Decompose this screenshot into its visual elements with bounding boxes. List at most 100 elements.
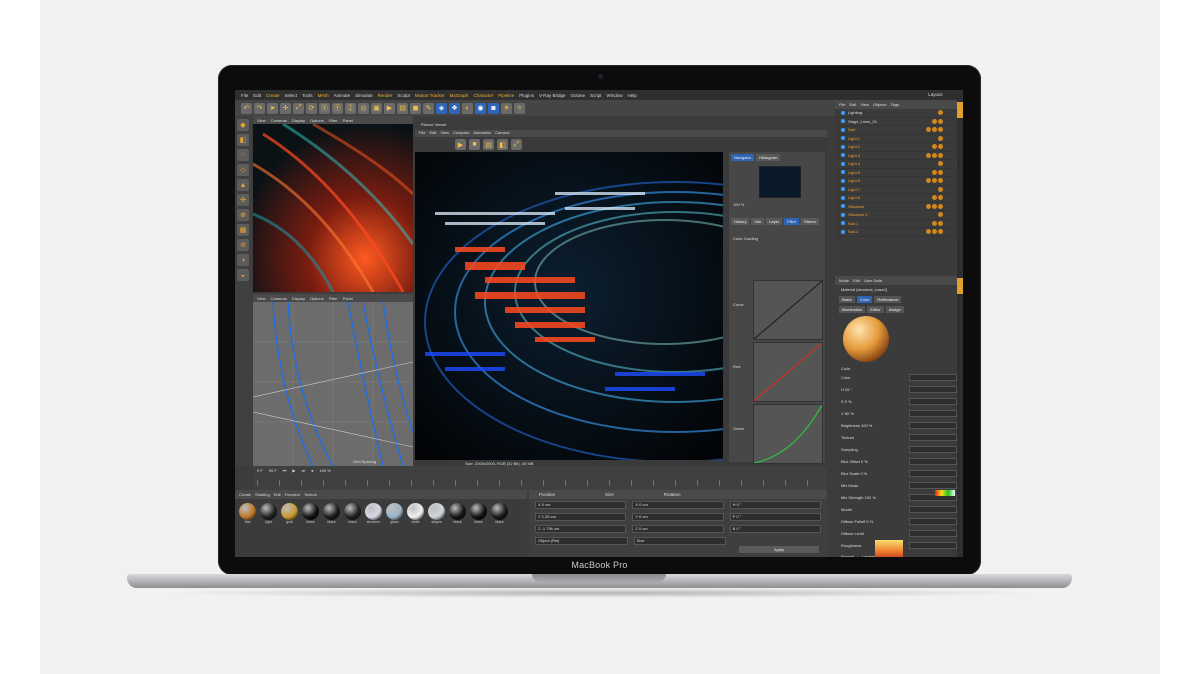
- tag-icon[interactable]: ✧: [514, 102, 525, 114]
- tab-assign[interactable]: Assign: [885, 306, 904, 313]
- attribute-value-field[interactable]: [909, 506, 957, 513]
- axis-x-icon[interactable]: Ⓧ: [319, 102, 330, 114]
- attribute-value-field[interactable]: [909, 458, 957, 465]
- menu-item[interactable]: Edit: [253, 93, 261, 98]
- om-menu-item[interactable]: View: [860, 102, 869, 107]
- pv-menu-item[interactable]: View: [440, 130, 449, 137]
- timeline-ruler[interactable]: [257, 480, 823, 486]
- material-item[interactable]: black: [449, 503, 466, 524]
- material-tag-icon[interactable]: [932, 144, 937, 150]
- viewport-tab[interactable]: Options: [310, 118, 324, 123]
- attr-menu-item[interactable]: User Data: [864, 278, 882, 283]
- record-icon[interactable]: ●: [311, 468, 313, 473]
- material-tag-icon[interactable]: [938, 169, 943, 175]
- menu-item[interactable]: Script: [590, 93, 602, 98]
- attribute-value-field[interactable]: [909, 422, 957, 429]
- pv-menu-item[interactable]: Animation: [473, 130, 491, 137]
- side-tab[interactable]: [957, 278, 963, 294]
- color-spectrum[interactable]: [935, 490, 955, 496]
- size-y-field[interactable]: Y 0 cm: [632, 513, 724, 521]
- material-preview[interactable]: [843, 316, 889, 362]
- om-menu-item[interactable]: File: [839, 102, 845, 107]
- object-row[interactable]: Lighting: [835, 109, 963, 118]
- snap-icon[interactable]: ⊕: [237, 209, 249, 221]
- render-pv-icon[interactable]: ▤: [397, 102, 408, 114]
- material-tag-icon[interactable]: [932, 229, 937, 235]
- mode-value[interactable]: Normal: [841, 554, 854, 557]
- object-row[interactable]: Null: [835, 126, 963, 135]
- mat-menu-item[interactable]: Texture: [304, 492, 317, 497]
- material-tag-icon[interactable]: [938, 110, 943, 116]
- timeline[interactable]: 0 F 90 F ⏮ ▶ ⏭ ● 100 %: [253, 466, 827, 490]
- rot-h-field[interactable]: H 0 °: [729, 501, 821, 509]
- material-tag-icon[interactable]: [938, 220, 943, 226]
- attribute-value-field[interactable]: [909, 374, 957, 381]
- perspective-viewport[interactable]: View Cameras Display Options Filter Pane…: [253, 116, 413, 292]
- rewind-icon[interactable]: ⏮: [283, 468, 287, 473]
- pv-ab-icon[interactable]: ◧: [497, 139, 508, 150]
- viewport-solo-icon[interactable]: ◒: [237, 269, 249, 281]
- viewport-tab[interactable]: Cameras: [271, 296, 287, 301]
- attribute-value-field[interactable]: [909, 530, 957, 537]
- material-tag-icon[interactable]: [938, 178, 943, 184]
- polygons-mode-icon[interactable]: ▲: [237, 179, 249, 191]
- edges-mode-icon[interactable]: ◇: [237, 164, 249, 176]
- material-item[interactable]: glass: [386, 503, 403, 524]
- attribute-value-field[interactable]: [909, 482, 957, 489]
- coord-mode-select[interactable]: Object (Rel): [535, 537, 628, 545]
- tab-illumination[interactable]: Illumination: [839, 306, 866, 313]
- move-icon[interactable]: ✛: [280, 102, 291, 114]
- material-item[interactable]: structure: [365, 503, 382, 524]
- attribute-value-field[interactable]: [909, 542, 957, 549]
- material-item[interactable]: gold: [281, 503, 298, 524]
- world-icon[interactable]: ◎: [358, 102, 369, 114]
- material-item[interactable]: Light: [260, 503, 277, 524]
- zoom-value[interactable]: 100 %: [733, 202, 744, 207]
- menu-item[interactable]: Window: [607, 93, 623, 98]
- viewport-tab[interactable]: View: [257, 296, 266, 301]
- material-item[interactable]: black: [344, 503, 361, 524]
- render-view-icon[interactable]: ▶: [384, 102, 395, 114]
- menu-item[interactable]: Motion Tracker: [415, 93, 445, 98]
- fps-value[interactable]: 100 %: [320, 468, 331, 473]
- menu-item[interactable]: Plugins: [519, 93, 534, 98]
- points-mode-icon[interactable]: ⁘: [237, 149, 249, 161]
- material-tag-icon[interactable]: [926, 127, 931, 133]
- tab-reflectance[interactable]: Reflectance: [874, 296, 902, 303]
- axis-y-icon[interactable]: Ⓨ: [332, 102, 343, 114]
- play-icon[interactable]: ▶: [292, 468, 295, 473]
- tab-histogram[interactable]: Histogram: [756, 154, 781, 161]
- size-z-field[interactable]: Z 0 cm: [632, 525, 724, 533]
- material-tag-icon[interactable]: [932, 195, 937, 201]
- tab-color[interactable]: Color: [856, 296, 873, 303]
- navigator-thumbnail[interactable]: [759, 166, 801, 198]
- object-row[interactable]: Structure.1: [835, 211, 963, 220]
- pv-render-icon[interactable]: ▶: [455, 139, 466, 150]
- om-menu-item[interactable]: Tags: [891, 102, 899, 107]
- material-item[interactable]: black: [323, 503, 340, 524]
- material-tag-icon[interactable]: [926, 203, 931, 209]
- material-tag-icon[interactable]: [938, 195, 943, 201]
- material-tag-icon[interactable]: [932, 220, 937, 226]
- material-tag-icon[interactable]: [938, 135, 943, 141]
- scene-icon[interactable]: ◉: [475, 102, 486, 114]
- rot-p-field[interactable]: P 0 °: [729, 513, 821, 521]
- material-tag-icon[interactable]: [926, 229, 931, 235]
- object-row[interactable]: Null.2: [835, 228, 963, 237]
- menu-item[interactable]: Character: [473, 93, 493, 98]
- pen-icon[interactable]: ✎: [423, 102, 434, 114]
- attribute-value-field[interactable]: [909, 470, 957, 477]
- menu-item[interactable]: Mesh: [318, 93, 329, 98]
- tab-history[interactable]: History: [731, 218, 750, 225]
- pv-fit-icon[interactable]: ⤢: [511, 139, 522, 150]
- undo-icon[interactable]: ↶: [241, 102, 252, 114]
- forward-icon[interactable]: ⏭: [301, 468, 305, 473]
- object-row[interactable]: Light.7: [835, 186, 963, 194]
- redo-icon[interactable]: ↷: [254, 102, 265, 114]
- rot-b-field[interactable]: B 0 °: [729, 525, 821, 533]
- menu-item[interactable]: Create: [266, 93, 280, 98]
- tab-stereo[interactable]: Stereo: [801, 218, 819, 225]
- menu-item[interactable]: Help: [628, 93, 637, 98]
- material-tag-icon[interactable]: [932, 118, 937, 124]
- model-mode-icon[interactable]: ◆: [237, 119, 249, 131]
